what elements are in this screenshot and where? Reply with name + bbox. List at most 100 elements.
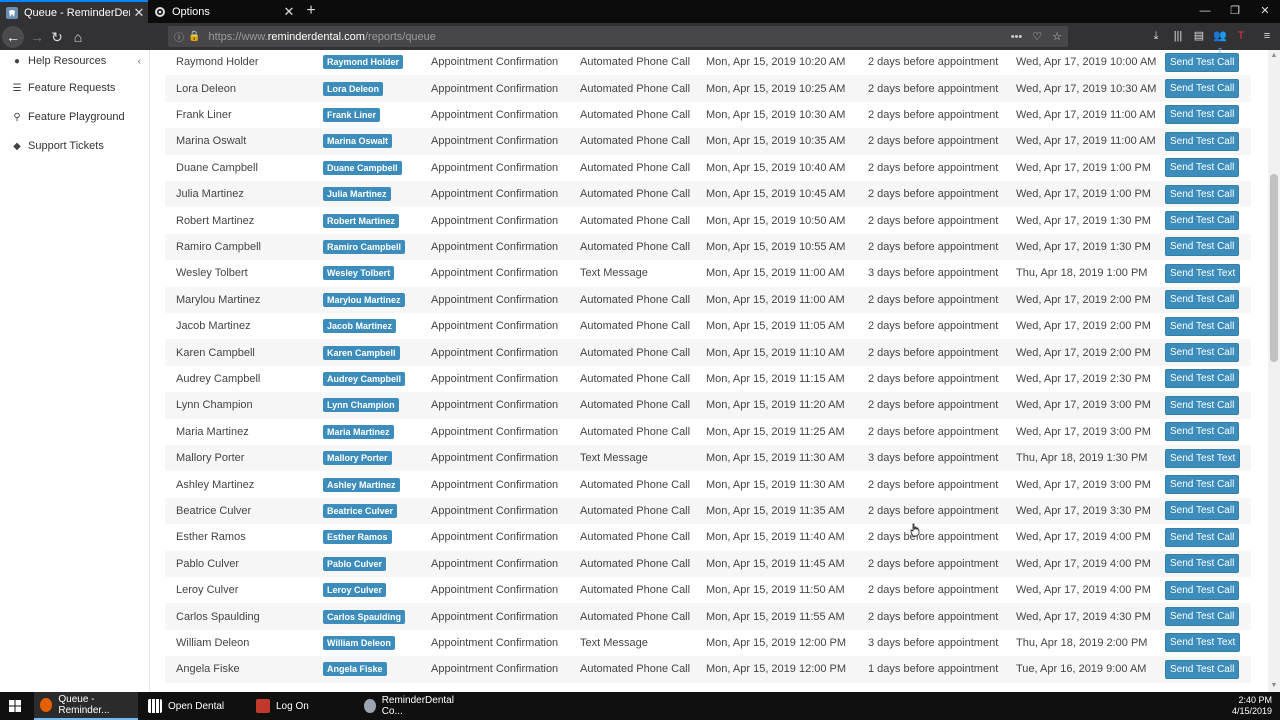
- send-test-call-button[interactable]: Send Test Call: [1165, 158, 1240, 178]
- send-test-call-button[interactable]: Send Test Call: [1165, 316, 1240, 336]
- send-test-call-button[interactable]: Send Test Call: [1165, 211, 1240, 231]
- send-test-call-button[interactable]: Send Test Call: [1165, 343, 1240, 363]
- send-test-text-button[interactable]: Send Test Text: [1165, 263, 1241, 283]
- taskbar-item-open-dental[interactable]: Open Dental: [142, 692, 244, 720]
- lock-icon[interactable]: 🔒: [188, 31, 200, 42]
- send-test-call-button[interactable]: Send Test Call: [1165, 554, 1240, 574]
- send-test-call-button[interactable]: Send Test Call: [1165, 79, 1240, 99]
- bookmark-star-icon[interactable]: ☆: [1052, 30, 1062, 43]
- tab-queue[interactable]: Queue - ReminderDental ✕: [0, 0, 148, 23]
- created-time: Mon, Apr 15, 2019 10:50 AM: [706, 214, 846, 227]
- library-icon[interactable]: |||: [1170, 28, 1186, 44]
- patient-badge[interactable]: Angela Fiske: [323, 662, 387, 677]
- extension-badge-icon[interactable]: 👥2: [1212, 28, 1228, 55]
- send-test-call-button[interactable]: Send Test Call: [1165, 290, 1240, 310]
- windows-start-icon[interactable]: [0, 692, 30, 720]
- minimize-icon[interactable]: —: [1190, 0, 1220, 23]
- scroll-down-arrow-icon[interactable]: ▼: [1268, 680, 1280, 692]
- taskbar-item-reminderdental[interactable]: ReminderDental Co...: [358, 692, 462, 720]
- sidebar-item-support-tickets[interactable]: ◆ Support Tickets: [0, 135, 150, 157]
- sidebar-item-feature-playground[interactable]: ⚲ Feature Playground: [0, 106, 150, 128]
- delivery-method: Automated Phone Call: [580, 531, 691, 544]
- back-arrow-icon[interactable]: ←: [2, 26, 24, 48]
- table-row: Julia Martinez Julia Martinez Appointment …: [165, 181, 1251, 208]
- reminderdental-favicon-icon: [6, 6, 18, 19]
- info-icon[interactable]: ⓘ: [174, 29, 184, 44]
- taskbar-item-label: Log On: [276, 700, 309, 712]
- chevron-left-icon[interactable]: ‹: [138, 56, 141, 67]
- hamburger-menu-icon[interactable]: ≡: [1259, 28, 1275, 44]
- reload-icon[interactable]: ↻: [46, 26, 68, 48]
- patient-badge[interactable]: Mallory Porter: [323, 451, 392, 466]
- patient-badge[interactable]: William Deleon: [323, 635, 395, 650]
- send-test-call-button[interactable]: Send Test Call: [1165, 369, 1240, 389]
- system-clock[interactable]: 2:40 PM 4/15/2019: [1232, 695, 1272, 717]
- patient-badge[interactable]: Esther Ramos: [323, 530, 392, 545]
- patient-badge[interactable]: Lora Deleon: [323, 81, 384, 96]
- scrollbar-thumb[interactable]: [1270, 174, 1278, 362]
- scroll-up-arrow-icon[interactable]: ▲: [1268, 50, 1280, 62]
- patient-name: William Deleon: [176, 636, 250, 649]
- send-test-call-button[interactable]: Send Test Call: [1165, 607, 1240, 627]
- patient-badge[interactable]: Marylou Martinez: [323, 292, 405, 307]
- patient-badge[interactable]: Lynn Champion: [323, 398, 399, 413]
- new-tab-plus-icon[interactable]: +: [302, 1, 320, 21]
- delivery-method: Automated Phone Call: [580, 240, 691, 253]
- reminder-timing: 2 days before appointment: [868, 372, 999, 385]
- close-tab-icon[interactable]: ✕: [130, 5, 148, 21]
- send-test-call-button[interactable]: Send Test Call: [1165, 237, 1240, 257]
- patient-badge[interactable]: Pablo Culver: [323, 556, 387, 571]
- patient-name: Robert Martinez: [176, 214, 255, 227]
- patient-badge[interactable]: Duane Campbell: [323, 160, 402, 175]
- patient-badge[interactable]: Karen Campbell: [323, 345, 400, 360]
- send-test-text-button[interactable]: Send Test Text: [1165, 633, 1241, 653]
- patient-badge[interactable]: Leroy Culver: [323, 583, 387, 598]
- send-test-call-button[interactable]: Send Test Call: [1165, 475, 1240, 495]
- send-test-call-button[interactable]: Send Test Call: [1165, 395, 1240, 415]
- patient-badge[interactable]: Beatrice Culver: [323, 503, 398, 518]
- patient-badge[interactable]: Frank Liner: [323, 107, 381, 122]
- send-test-call-button[interactable]: Send Test Call: [1165, 131, 1240, 151]
- patient-badge[interactable]: Ramiro Campbell: [323, 239, 406, 254]
- address-bar[interactable]: ⓘ 🔒 https://www.reminderdental.com/repor…: [168, 26, 1068, 47]
- send-test-call-button[interactable]: Send Test Call: [1165, 52, 1240, 72]
- patient-badge[interactable]: Robert Martinez: [323, 213, 400, 228]
- sidebar-item-feature-requests[interactable]: ☰ Feature Requests: [0, 77, 150, 99]
- sidebar-item-help-resources[interactable]: ● Help Resources ‹: [0, 50, 150, 72]
- taskbar-item-firefox[interactable]: Queue - Reminder...: [34, 692, 138, 720]
- taskbar-item-log-on[interactable]: Log On: [250, 692, 352, 720]
- pocket-icon[interactable]: ♡: [1032, 30, 1042, 43]
- patient-badge[interactable]: Raymond Holder: [323, 55, 404, 70]
- forward-arrow-icon[interactable]: →: [26, 26, 48, 48]
- table-row: Angela Fiske Angela Fiske Appointment Conf…: [165, 656, 1251, 683]
- send-test-text-button[interactable]: Send Test Text: [1165, 448, 1241, 468]
- send-test-call-button[interactable]: Send Test Call: [1165, 580, 1240, 600]
- tab-options[interactable]: Options ✕: [148, 0, 298, 23]
- page-scrollbar[interactable]: ▲ ▼: [1268, 50, 1280, 692]
- patient-badge[interactable]: Audrey Campbell: [323, 371, 406, 386]
- created-time: Mon, Apr 15, 2019 11:10 AM: [706, 346, 845, 359]
- patient-badge[interactable]: Wesley Tolbert: [323, 266, 395, 281]
- close-tab-icon[interactable]: ✕: [280, 4, 298, 20]
- patient-badge[interactable]: Carlos Spaulding: [323, 609, 406, 624]
- patient-badge[interactable]: Julia Martinez: [323, 187, 391, 202]
- send-test-call-button[interactable]: Send Test Call: [1165, 184, 1240, 204]
- close-window-icon[interactable]: ✕: [1250, 0, 1280, 23]
- send-test-call-button[interactable]: Send Test Call: [1165, 501, 1240, 521]
- send-test-call-button[interactable]: Send Test Call: [1165, 105, 1240, 125]
- page-actions-icon[interactable]: •••: [1011, 31, 1023, 43]
- send-test-call-button[interactable]: Send Test Call: [1165, 527, 1240, 547]
- reminder-timing: 2 days before appointment: [868, 478, 999, 491]
- extension-t-icon[interactable]: T: [1233, 28, 1249, 44]
- sidebar-toggle-icon[interactable]: ▤: [1191, 28, 1207, 44]
- patient-badge[interactable]: Maria Martinez: [323, 424, 394, 439]
- restore-icon[interactable]: ❐: [1220, 0, 1250, 23]
- send-test-call-button[interactable]: Send Test Call: [1165, 422, 1240, 442]
- patient-badge[interactable]: Marina Oswalt: [323, 134, 393, 149]
- home-icon[interactable]: ⌂: [67, 26, 89, 48]
- downloads-icon[interactable]: ⤓: [1148, 28, 1164, 44]
- patient-badge[interactable]: Ashley Martinez: [323, 477, 400, 492]
- patient-name: Ashley Martinez: [176, 478, 255, 491]
- send-test-call-button[interactable]: Send Test Call: [1165, 659, 1240, 679]
- patient-badge[interactable]: Jacob Martinez: [323, 319, 397, 334]
